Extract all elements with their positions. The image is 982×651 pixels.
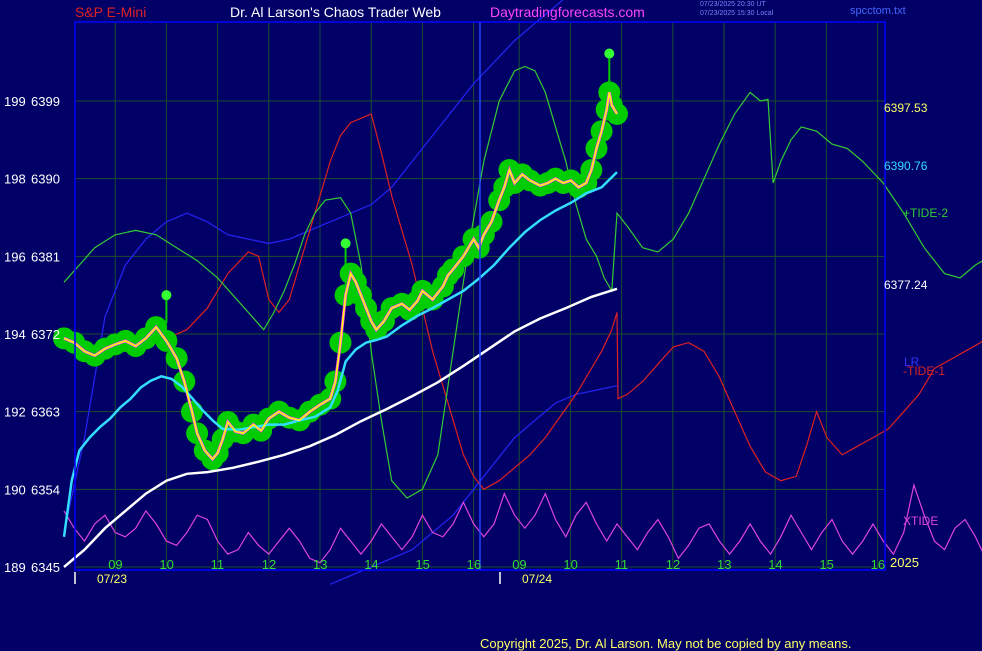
y-tick-value: 6345 — [31, 560, 60, 575]
x-tick-label: 16 — [467, 557, 481, 572]
right-value-label: -TIDE-1 — [903, 364, 945, 378]
x-tick-label: 15 — [819, 557, 833, 572]
y-tick-value: 6390 — [31, 172, 60, 187]
symbol-label: S&P E-Mini — [75, 4, 147, 20]
timestamp-local: 07/23/2025 15:30 Local — [700, 10, 774, 17]
peak-marker — [340, 238, 351, 249]
x-tick-label: 14 — [364, 557, 378, 572]
y-tick-value: 6354 — [31, 482, 60, 497]
copyright-notice: Copyright 2025, Dr. Al Larson. May not b… — [480, 636, 852, 651]
y-tick-value: 6399 — [31, 94, 60, 109]
chart-title: Dr. Al Larson's Chaos Trader Web — [230, 4, 441, 20]
x-tick-label: 13 — [717, 557, 731, 572]
x-tick-label: 09 — [108, 557, 122, 572]
x-tick-label: 12 — [666, 557, 680, 572]
x-tick-label: 13 — [313, 557, 327, 572]
x-tick-label: 12 — [262, 557, 276, 572]
y-tick-value: 6363 — [31, 405, 60, 420]
x-date-label: 07/24 — [522, 572, 552, 586]
right-value-label: 6377.24 — [884, 278, 928, 292]
price-halo-dot — [605, 102, 628, 125]
data-file-label: spcctom.txt — [850, 5, 906, 17]
right-value-label: 6390.76 — [884, 159, 928, 173]
y-tick-label: 189 — [4, 560, 26, 575]
x-tick-label: 11 — [211, 557, 225, 572]
y-tick-label: 196 — [4, 249, 26, 264]
peak-marker — [604, 48, 615, 59]
x-tick-label: 09 — [512, 557, 526, 572]
x-date-label: 07/23 — [97, 572, 127, 586]
y-tick-label: 190 — [4, 482, 26, 497]
y-tick-value: 6381 — [31, 249, 60, 264]
x-tick-label: 11 — [615, 557, 629, 572]
y-tick-label: 198 — [4, 172, 26, 187]
y-tick-label: 199 — [4, 94, 26, 109]
x-tick-label: 10 — [159, 557, 173, 572]
x-tick-label: 10 — [563, 557, 577, 572]
x-tick-label: 16 — [871, 557, 885, 572]
x-tick-label: 14 — [768, 557, 782, 572]
right-value-label: +TIDE-2 — [903, 206, 948, 220]
y-tick-value: 6372 — [31, 327, 60, 342]
timestamp-utc: 07/23/2025 20:30 UT — [700, 1, 766, 8]
right-value-label: XTIDE — [903, 514, 938, 528]
right-value-label: 6397.53 — [884, 101, 928, 115]
price-chart: 189 6345 190 6354 192 6363 194 6372 196 6381 198 63… — [0, 0, 982, 650]
peak-marker — [161, 290, 172, 301]
y-tick-label: 192 — [4, 405, 26, 420]
year-label: 2025 — [890, 555, 919, 570]
x-tick-label: 15 — [415, 557, 429, 572]
y-tick-label: 194 — [4, 327, 26, 342]
site-link[interactable]: Daytradingforecasts.com — [490, 4, 645, 20]
